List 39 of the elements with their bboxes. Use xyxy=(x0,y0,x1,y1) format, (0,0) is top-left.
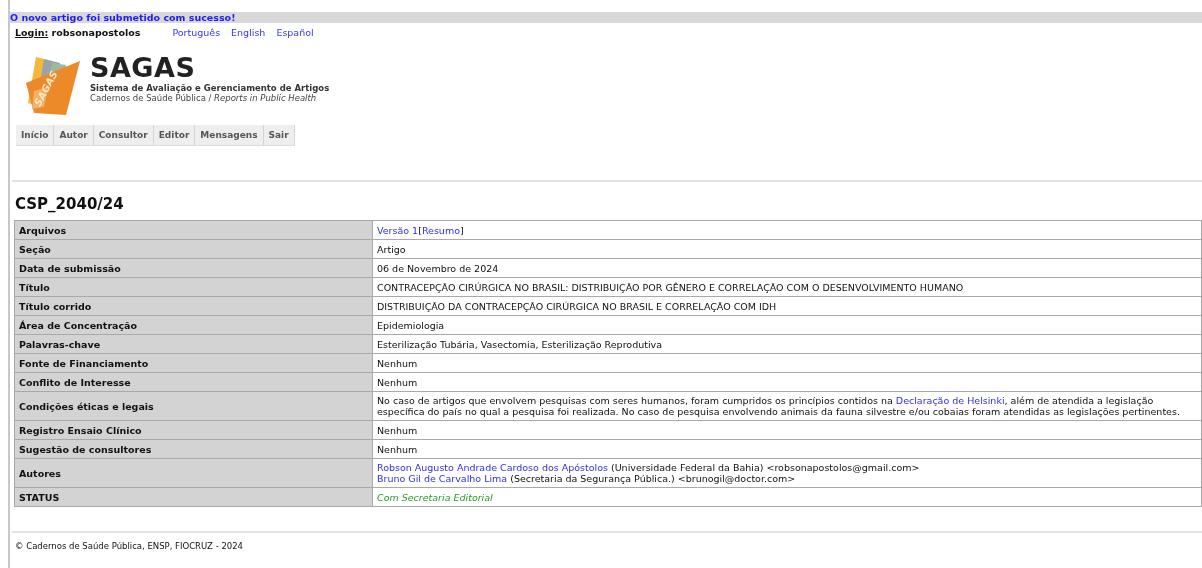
language-link[interactable]: English xyxy=(231,27,266,41)
value-link[interactable]: Declaração de Helsinki xyxy=(895,395,1005,406)
field-value: Nenhum xyxy=(377,357,419,369)
field-value: DISTRIBUIÇÃO DA CONTRACEPÇÃO CIRÚRGICA NO BRASIL E CORRELAÇÃO COM IDH xyxy=(377,300,778,312)
menu-tab[interactable]: Sair xyxy=(263,125,295,146)
status-text: Com Secretaria Editorial xyxy=(377,491,494,503)
field-value: No caso de artigos que envolvem pesquisas com seres humanos, foram cumpridos os princípios contidos na Declaração de Helsinki, além de atendida a legislação específica do país no qual a pesquisa foi realizada. No caso de pesquisa envolvendo animais da fauna silvestre e/ou cobaias foram atendidas as legislações pertinentes. xyxy=(377,395,1181,417)
logo-title: SAGAS xyxy=(90,53,197,83)
field-value: Robson Augusto Andrade Cardoso dos Apóstolos (Universidade Federal da Bahia) <robsonapostolos@gmail.com> xyxy=(377,462,921,473)
field-value: Esterilização Tubária, Vasectomia, Esterilização Reprodutiva xyxy=(377,338,663,350)
field-value: 06 de Novembro de 2024 xyxy=(377,262,500,274)
field-label: Condições éticas e legais xyxy=(14,391,373,421)
value-link[interactable]: Robson Augusto Andrade Cardoso dos Apóstolos xyxy=(377,462,608,473)
value-link[interactable]: Versão 1 xyxy=(377,224,419,236)
menu-tab[interactable]: Editor xyxy=(153,125,196,146)
page-title: CSP_2040/24 xyxy=(15,195,125,213)
menu-tab[interactable]: Início xyxy=(16,125,55,146)
field-value: Bruno Gil de Carvalho Lima (Secretaria da Segurança Pública.) <brunogil@doctor.com> xyxy=(377,473,797,484)
value-link[interactable]: Bruno Gil de Carvalho Lima xyxy=(377,473,508,484)
field-value: Epidemiologia xyxy=(377,319,446,331)
field-value: CONTRACEPÇÃO CIRÚRGICA NO BRASIL: DISTRIBUIÇÃO POR GÊNERO E CORRELAÇÃO COM O DESENVOLVIMENTO HUMANO xyxy=(377,281,965,293)
success-message: O novo artigo foi submetido com sucesso! xyxy=(10,12,236,23)
field-value: Nenhum xyxy=(377,424,419,436)
menu-tab[interactable]: Autor xyxy=(54,125,94,146)
language-link[interactable]: Português xyxy=(172,27,221,41)
field-label: Arquivos xyxy=(14,220,373,240)
field-value: Versão 1[Resumo] xyxy=(377,224,465,236)
field-value: Nenhum xyxy=(377,443,419,455)
logo-tagline: Cadernos de Saúde Pública / Reports in Public Health xyxy=(90,93,318,103)
field-label: Autores xyxy=(14,458,373,488)
menu-tab[interactable]: Consultor xyxy=(93,125,154,146)
logo-subtitle: Sistema de Avaliação e Gerenciamento de Artigos xyxy=(90,83,330,93)
field-value: Artigo xyxy=(377,243,407,255)
field-value: Nenhum xyxy=(377,376,419,388)
value-link[interactable]: Resumo xyxy=(421,224,460,236)
footer-text: © Cadernos de Saúde Pública, ENSP, FIOCRUZ - 2024 xyxy=(14,540,245,551)
language-link[interactable]: Español xyxy=(276,27,314,41)
menu-tab[interactable]: Mensagens xyxy=(195,125,264,146)
login-user: Login: robsonapostolos xyxy=(15,27,141,40)
